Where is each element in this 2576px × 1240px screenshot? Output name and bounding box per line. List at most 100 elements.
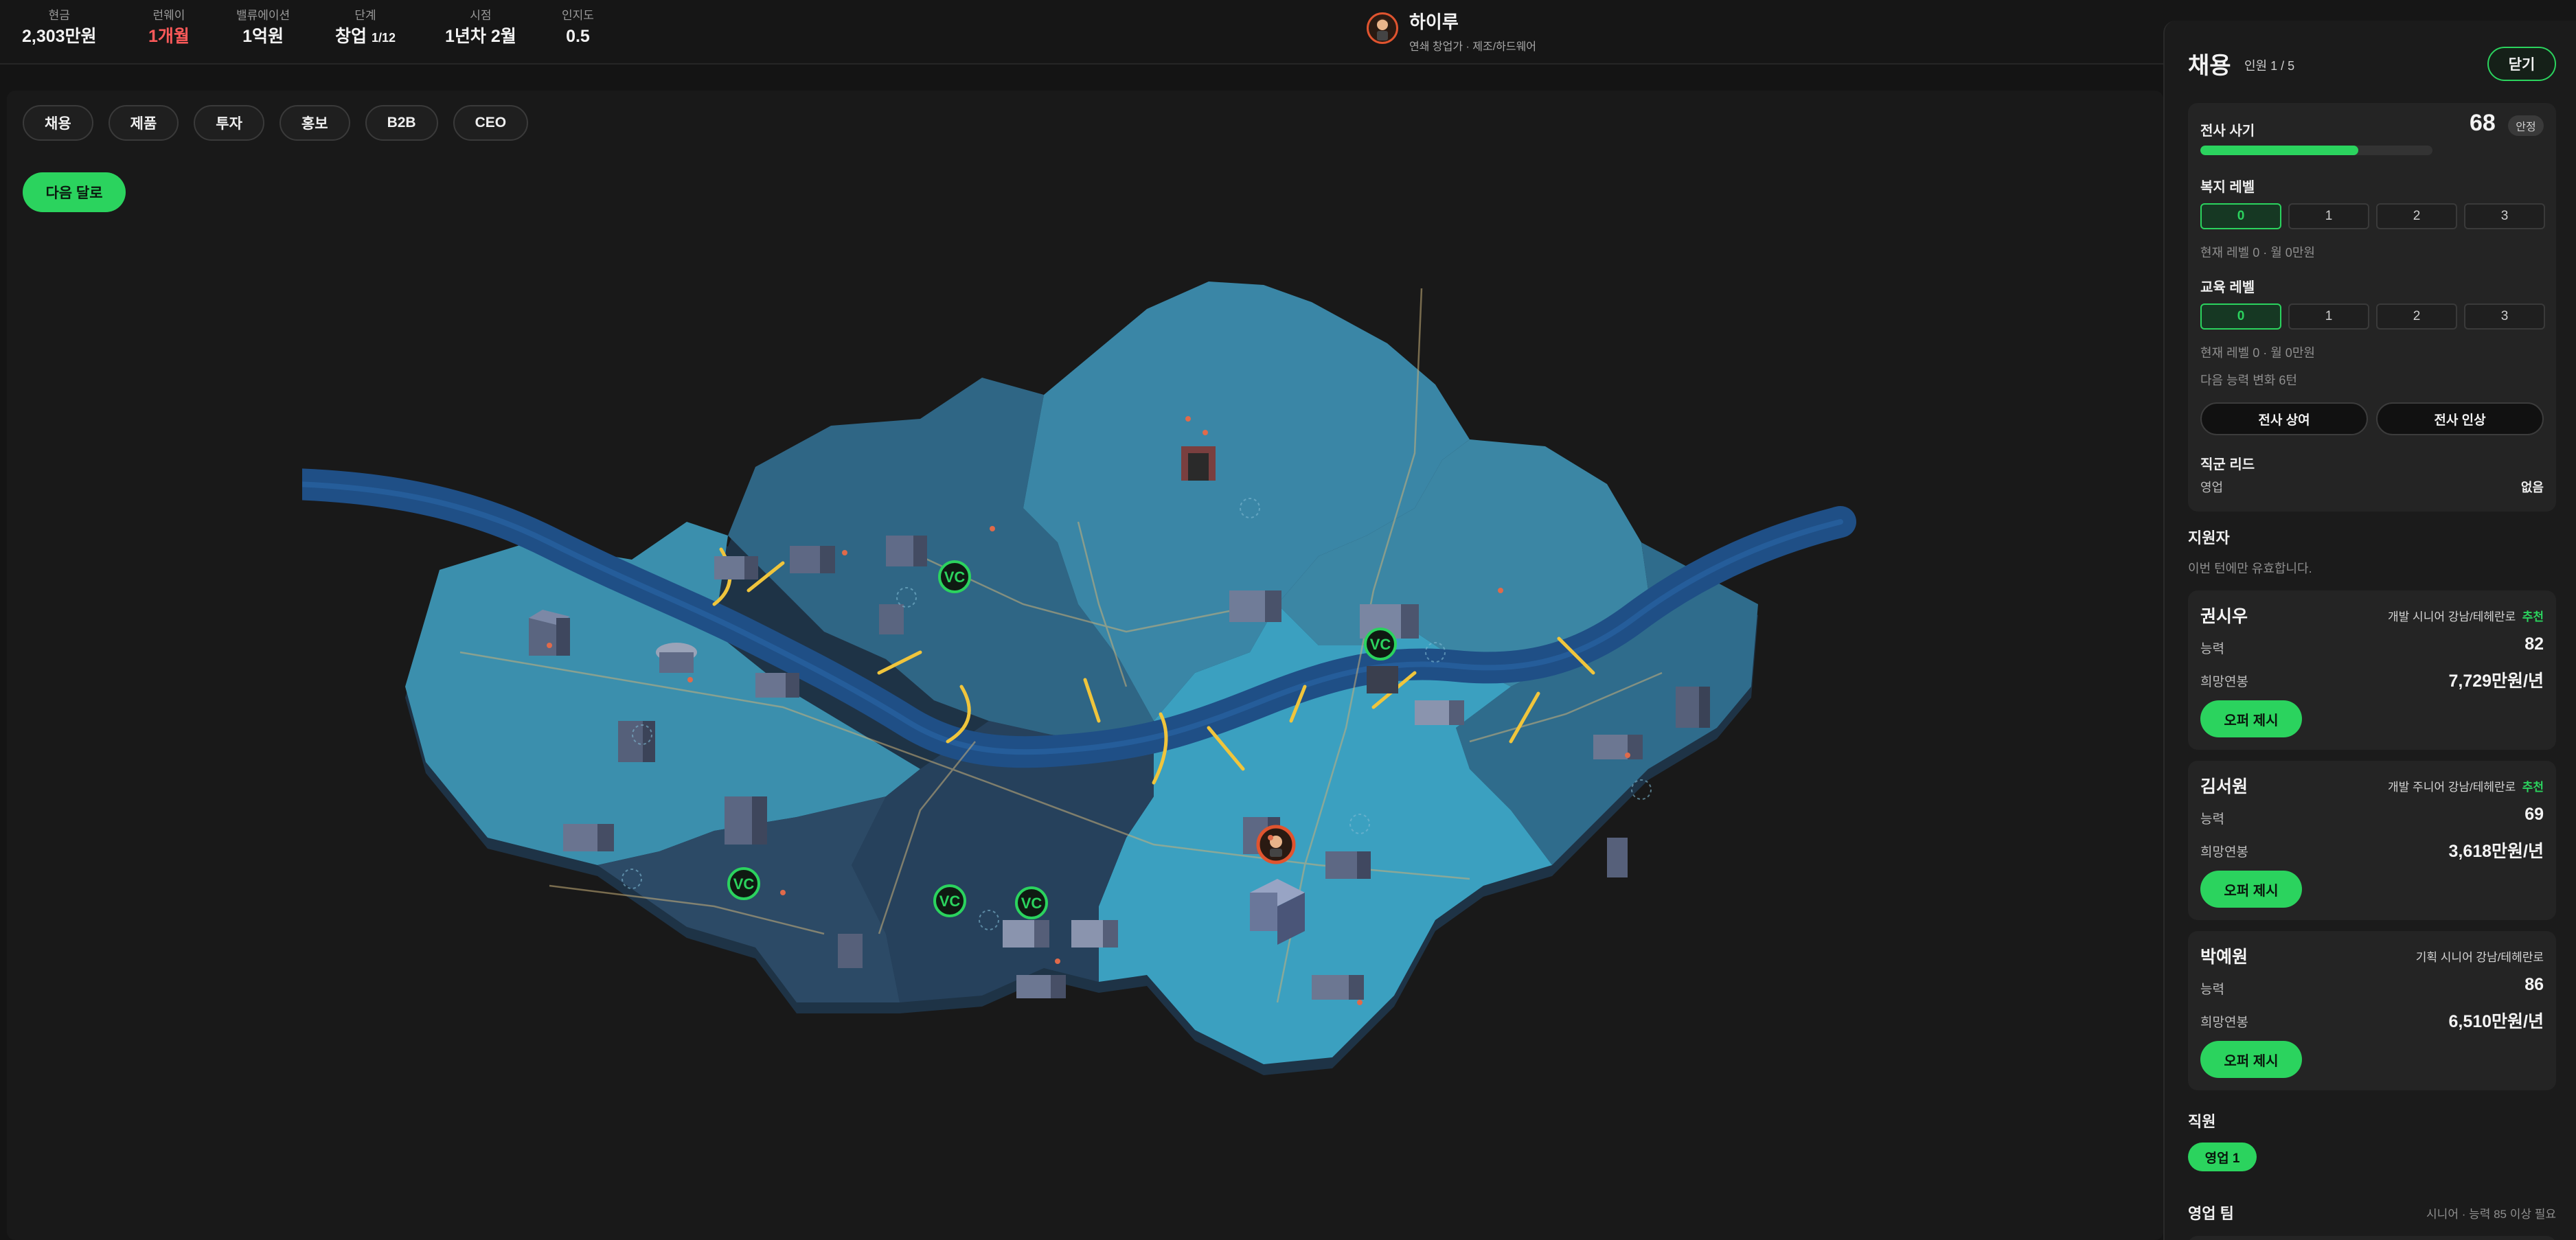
stat-awareness: 인지도 0.5 bbox=[562, 8, 594, 49]
chip-product[interactable]: 제품 bbox=[108, 105, 179, 141]
recommended-badge: 추천 bbox=[2522, 610, 2544, 623]
ability-value: 69 bbox=[2524, 805, 2544, 824]
ability-label: 능력 bbox=[2200, 642, 2224, 656]
salary-value: 3,618만원/년 bbox=[2448, 842, 2544, 861]
stat-stage: 단계 창업 1/12 bbox=[335, 8, 396, 51]
morale-value: 68 bbox=[2470, 110, 2496, 136]
city-map[interactable]: VC VC VC VC VC bbox=[302, 247, 1868, 1085]
company-raise-button[interactable]: 전사 인상 bbox=[2376, 402, 2544, 435]
team-member-card bbox=[2188, 1236, 2556, 1240]
player-marker bbox=[1256, 825, 1296, 864]
vc-label: VC bbox=[1370, 636, 1391, 653]
next-month-button[interactable]: 다음 달로 bbox=[23, 172, 126, 212]
ability-value: 82 bbox=[2524, 634, 2544, 654]
applicant-name: 김서원 bbox=[2200, 777, 2248, 796]
stat-value: 2,303만원 bbox=[22, 27, 97, 46]
salary-label: 희망연봉 bbox=[2200, 675, 2248, 689]
stat-time: 시점 1년차 2월 bbox=[445, 8, 516, 49]
education-level-selector: 0 1 2 3 bbox=[2200, 303, 2545, 330]
stat-value: 1개월 bbox=[148, 27, 190, 46]
salary-label: 희망연봉 bbox=[2200, 845, 2248, 860]
employees-title: 직원 bbox=[2188, 1113, 2216, 1130]
morale-bar bbox=[2200, 146, 2432, 155]
vc-marker-5: VC bbox=[1015, 886, 1048, 919]
stat-label: 단계 bbox=[354, 9, 376, 22]
close-button[interactable]: 닫기 bbox=[2487, 47, 2556, 81]
recommended-badge: 추천 bbox=[2522, 781, 2544, 794]
stat-label: 런웨이 bbox=[152, 9, 185, 22]
applicant-name: 박예원 bbox=[2200, 948, 2248, 967]
company-bonus-button[interactable]: 전사 상여 bbox=[2200, 402, 2368, 435]
education-option-2[interactable]: 2 bbox=[2376, 303, 2457, 330]
stat-value: 0.5 bbox=[566, 27, 590, 46]
offer-button[interactable]: 오퍼 제시 bbox=[2200, 871, 2302, 908]
offer-button[interactable]: 오퍼 제시 bbox=[2200, 700, 2302, 737]
vc-label: VC bbox=[733, 875, 755, 893]
stat-label: 밸류에이션 bbox=[236, 9, 290, 22]
applicant-tags: 개발 주니어 강남/테헤란로 추천 bbox=[2388, 781, 2544, 794]
chip-hiring[interactable]: 채용 bbox=[23, 105, 93, 141]
vc-label: VC bbox=[944, 569, 966, 586]
applicant-name: 권시우 bbox=[2200, 607, 2248, 626]
vc-marker-4: VC bbox=[933, 884, 966, 917]
team-note: 시니어 · 능력 85 이상 필요 bbox=[2426, 1208, 2556, 1221]
education-option-3[interactable]: 3 bbox=[2464, 303, 2545, 330]
education-option-0[interactable]: 0 bbox=[2200, 303, 2281, 330]
applicants-note: 이번 턴에만 유효합니다. bbox=[2188, 562, 2312, 575]
salary-value: 6,510만원/년 bbox=[2448, 1012, 2544, 1031]
welfare-option-1[interactable]: 1 bbox=[2288, 203, 2369, 229]
welfare-option-3[interactable]: 3 bbox=[2464, 203, 2545, 229]
company-settings-card: 전사 사기 68 안정 복지 레벨 0 1 2 3 현재 레벨 0 · 월 0만… bbox=[2188, 103, 2556, 512]
welfare-level-selector: 0 1 2 3 bbox=[2200, 203, 2545, 229]
stat-value: 1년차 2월 bbox=[445, 27, 516, 46]
vc-label: VC bbox=[1021, 895, 1042, 912]
avatar bbox=[1367, 12, 1398, 44]
applicant-card: 김서원 개발 주니어 강남/테헤란로 추천 능력 69 희망연봉 3,618만원… bbox=[2188, 761, 2556, 920]
salary-label: 희망연봉 bbox=[2200, 1015, 2248, 1030]
welfare-option-0[interactable]: 0 bbox=[2200, 203, 2281, 229]
stat-valuation: 밸류에이션 1억원 bbox=[236, 8, 290, 49]
action-chips: 채용 제품 투자 홍보 B2B CEO bbox=[23, 105, 529, 141]
stat-runway: 런웨이 1개월 bbox=[148, 8, 190, 49]
stat-label: 현금 bbox=[48, 9, 70, 22]
morale-label: 전사 사기 bbox=[2200, 124, 2255, 139]
ability-label: 능력 bbox=[2200, 812, 2224, 827]
applicants-title: 지원자 bbox=[2188, 529, 2230, 547]
stat-label: 시점 bbox=[470, 9, 492, 22]
vc-marker-1: VC bbox=[938, 560, 971, 593]
vc-marker-3: VC bbox=[727, 867, 760, 900]
education-option-1[interactable]: 1 bbox=[2288, 303, 2369, 330]
offer-button[interactable]: 오퍼 제시 bbox=[2200, 1041, 2302, 1078]
stat-value: 1억원 bbox=[242, 27, 284, 46]
chip-ceo[interactable]: CEO bbox=[453, 105, 529, 141]
character-icon bbox=[1377, 18, 1388, 41]
team-title: 영업 팀 bbox=[2188, 1205, 2234, 1222]
lead-value: 없음 bbox=[2520, 481, 2544, 494]
lead-label: 직군 리드 bbox=[2200, 457, 2255, 472]
welfare-note: 현재 레벨 0 · 월 0만원 bbox=[2200, 246, 2315, 260]
stat-value: 창업 1/12 bbox=[335, 27, 396, 46]
stat-label: 인지도 bbox=[562, 9, 594, 22]
applicant-tags: 개발 시니어 강남/테헤란로 추천 bbox=[2388, 610, 2544, 623]
chip-pr[interactable]: 홍보 bbox=[279, 105, 350, 141]
panel-title: 채용 bbox=[2188, 53, 2231, 79]
lead-role: 영업 bbox=[2200, 481, 2224, 494]
applicant-card: 권시우 개발 시니어 강남/테헤란로 추천 능력 82 희망연봉 7,729만원… bbox=[2188, 590, 2556, 750]
morale-status-badge: 안정 bbox=[2508, 115, 2544, 136]
education-label: 교육 레벨 bbox=[2200, 280, 2255, 295]
chip-investment[interactable]: 투자 bbox=[194, 105, 264, 141]
chip-b2b[interactable]: B2B bbox=[365, 105, 438, 141]
vc-label: VC bbox=[939, 893, 961, 910]
city-map-svg[interactable]: VC VC VC VC VC bbox=[302, 247, 1868, 1085]
vc-marker-2: VC bbox=[1364, 628, 1397, 661]
welfare-label: 복지 레벨 bbox=[2200, 180, 2255, 195]
stat-cash: 현금 2,303만원 bbox=[22, 8, 97, 49]
employee-chip-sales[interactable]: 영업 1 bbox=[2188, 1143, 2257, 1171]
morale-bar-fill bbox=[2200, 146, 2358, 155]
welfare-option-2[interactable]: 2 bbox=[2376, 203, 2457, 229]
salary-value: 7,729만원/년 bbox=[2448, 671, 2544, 691]
character-name: 하이루 bbox=[1409, 12, 1459, 32]
ability-value: 86 bbox=[2524, 975, 2544, 994]
applicant-tags: 기획 시니어 강남/테헤란로 bbox=[2415, 951, 2544, 964]
staff-count: 인원 1 / 5 bbox=[2244, 59, 2295, 73]
